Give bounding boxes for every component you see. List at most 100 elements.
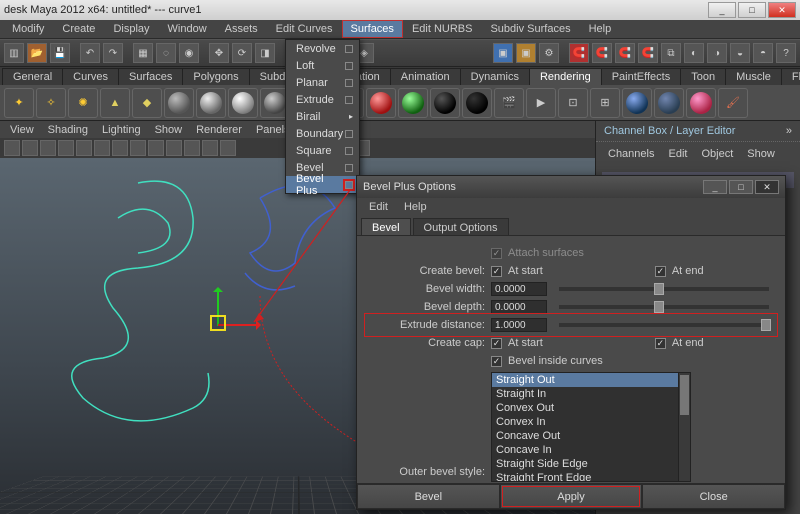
move-center-handle[interactable] [210, 315, 226, 331]
rotate-tool-icon[interactable]: ⟳ [232, 43, 252, 63]
redo-icon[interactable]: ↷ [103, 43, 123, 63]
surfaces-menu-loft[interactable]: Loft [286, 57, 359, 74]
bevel-depth-field[interactable]: 0.0000 [491, 300, 547, 314]
viewport-menu-view[interactable]: View [4, 123, 40, 137]
open-scene-icon[interactable]: 📂 [27, 43, 47, 63]
vp-icon[interactable] [184, 140, 200, 156]
shelf-tab-dynamics[interactable]: Dynamics [460, 68, 530, 85]
tab-bevel[interactable]: Bevel [361, 218, 411, 235]
option-box-icon[interactable] [345, 45, 353, 53]
maximize-button[interactable]: □ [738, 2, 766, 18]
menu-item-display[interactable]: Display [105, 21, 157, 37]
channel-tab-edit[interactable]: Edit [664, 146, 691, 162]
render-settings-icon[interactable]: ⚙ [539, 43, 559, 63]
new-scene-icon[interactable]: ▥ [4, 43, 24, 63]
shelf-dark-icon[interactable] [462, 88, 492, 118]
move-tool-icon[interactable]: ✥ [209, 43, 229, 63]
dialog-menu-help[interactable]: Help [398, 200, 433, 214]
surfaces-menu-revolve[interactable]: Revolve [286, 40, 359, 57]
style-option[interactable]: Straight Front Edge [492, 471, 690, 482]
shelf-lambert-icon[interactable] [164, 88, 194, 118]
menu-item-window[interactable]: Window [160, 21, 215, 37]
shelf-light2-icon[interactable]: ✧ [36, 88, 66, 118]
vp-icon[interactable] [166, 140, 182, 156]
surfaces-menu-bevel-plus[interactable]: Bevel Plus [286, 176, 359, 193]
shelf-settings-icon[interactable]: ⊞ [590, 88, 620, 118]
surfaces-menu-boundary[interactable]: Boundary [286, 125, 359, 142]
vp-icon[interactable] [40, 140, 56, 156]
vp-icon[interactable] [76, 140, 92, 156]
select-tool-icon[interactable]: ▦ [133, 43, 153, 63]
shelf-brush-icon[interactable]: 🖌 [718, 88, 748, 118]
style-option[interactable]: Convex In [492, 415, 690, 429]
option-box-icon[interactable] [345, 96, 353, 104]
render-icon[interactable]: ▣ [493, 43, 513, 63]
menu-item-create[interactable]: Create [54, 21, 103, 37]
shelf-globe2-icon[interactable] [654, 88, 684, 118]
vp-icon[interactable] [112, 140, 128, 156]
surfaces-menu-planar[interactable]: Planar [286, 74, 359, 91]
shelf-light1-icon[interactable]: ✦ [4, 88, 34, 118]
menu-item-surfaces[interactable]: Surfaces [343, 21, 402, 37]
channel-tab-object[interactable]: Object [697, 146, 737, 162]
shelf-tab-rendering[interactable]: Rendering [529, 68, 602, 85]
shelf-tab-general[interactable]: General [2, 68, 63, 85]
option-box-icon[interactable] [345, 79, 353, 87]
toggle-a-icon[interactable]: ◐ [684, 43, 704, 63]
shelf-tab-fluids[interactable]: Fluids [781, 68, 800, 85]
bevel-button[interactable]: Bevel [357, 484, 500, 509]
surfaces-menu-birail[interactable]: Birail▸ [286, 108, 359, 125]
vp-icon[interactable] [220, 140, 236, 156]
shelf-light4-icon[interactable]: ▲ [100, 88, 130, 118]
menu-item-subdiv-surfaces[interactable]: Subdiv Surfaces [482, 21, 578, 37]
viewport-menu-lighting[interactable]: Lighting [96, 123, 147, 137]
shelf-phong-icon[interactable] [228, 88, 258, 118]
undo-icon[interactable]: ↶ [80, 43, 100, 63]
menu-item-edit-nurbs[interactable]: Edit NURBS [404, 21, 481, 37]
shelf-light5-icon[interactable]: ◆ [132, 88, 162, 118]
shelf-tab-polygons[interactable]: Polygons [182, 68, 249, 85]
option-box-icon[interactable] [345, 130, 353, 138]
shelf-mental-icon[interactable] [686, 88, 716, 118]
create-cap-start-checkbox[interactable] [491, 338, 502, 349]
close-button[interactable]: ✕ [768, 2, 796, 18]
create-bevel-start-checkbox[interactable] [491, 266, 502, 277]
create-cap-end-checkbox[interactable] [655, 338, 666, 349]
shelf-blinn-icon[interactable] [196, 88, 226, 118]
chevron-right-icon[interactable]: » [786, 125, 792, 137]
style-option[interactable]: Straight Out [492, 373, 690, 387]
outer-bevel-style-list[interactable]: Straight OutStraight InConvex OutConvex … [491, 372, 691, 482]
bevel-width-slider[interactable] [559, 287, 769, 291]
viewport-menu-renderer[interactable]: Renderer [190, 123, 248, 137]
extrude-distance-slider[interactable] [559, 323, 769, 327]
dialog-close-button[interactable]: ✕ [755, 180, 779, 194]
toggle-b-icon[interactable]: ◑ [707, 43, 727, 63]
option-box-icon[interactable] [345, 147, 353, 155]
bevel-inside-curves-checkbox[interactable] [491, 356, 502, 367]
scale-tool-icon[interactable]: ◨ [255, 43, 275, 63]
shelf-globe1-icon[interactable] [622, 88, 652, 118]
shelf-tab-painteffects[interactable]: PaintEffects [601, 68, 682, 85]
menu-item-assets[interactable]: Assets [217, 21, 266, 37]
dialog-minimize-button[interactable]: _ [703, 180, 727, 194]
option-box-icon[interactable] [345, 164, 353, 172]
menu-item-help[interactable]: Help [581, 21, 620, 37]
help-icon[interactable]: ? [776, 43, 796, 63]
style-option[interactable]: Concave In [492, 443, 690, 457]
list-scrollbar[interactable] [678, 373, 690, 481]
apply-button[interactable]: Apply [500, 484, 643, 509]
shelf-tab-animation[interactable]: Animation [390, 68, 461, 85]
vp-icon[interactable] [130, 140, 146, 156]
style-option[interactable]: Straight Side Edge [492, 457, 690, 471]
shelf-tab-surfaces[interactable]: Surfaces [118, 68, 183, 85]
shelf-preview-icon[interactable]: ▶ [526, 88, 556, 118]
surfaces-menu-extrude[interactable]: Extrude [286, 91, 359, 108]
style-option[interactable]: Convex Out [492, 401, 690, 415]
magnet-icon[interactable]: 🧲 [592, 43, 612, 63]
style-option[interactable]: Straight In [492, 387, 690, 401]
magnet-3-icon[interactable]: 🧲 [638, 43, 658, 63]
surfaces-menu-square[interactable]: Square [286, 142, 359, 159]
shelf-tab-toon[interactable]: Toon [680, 68, 726, 85]
viewport-menu-shading[interactable]: Shading [42, 123, 94, 137]
shelf-black-icon[interactable] [430, 88, 460, 118]
